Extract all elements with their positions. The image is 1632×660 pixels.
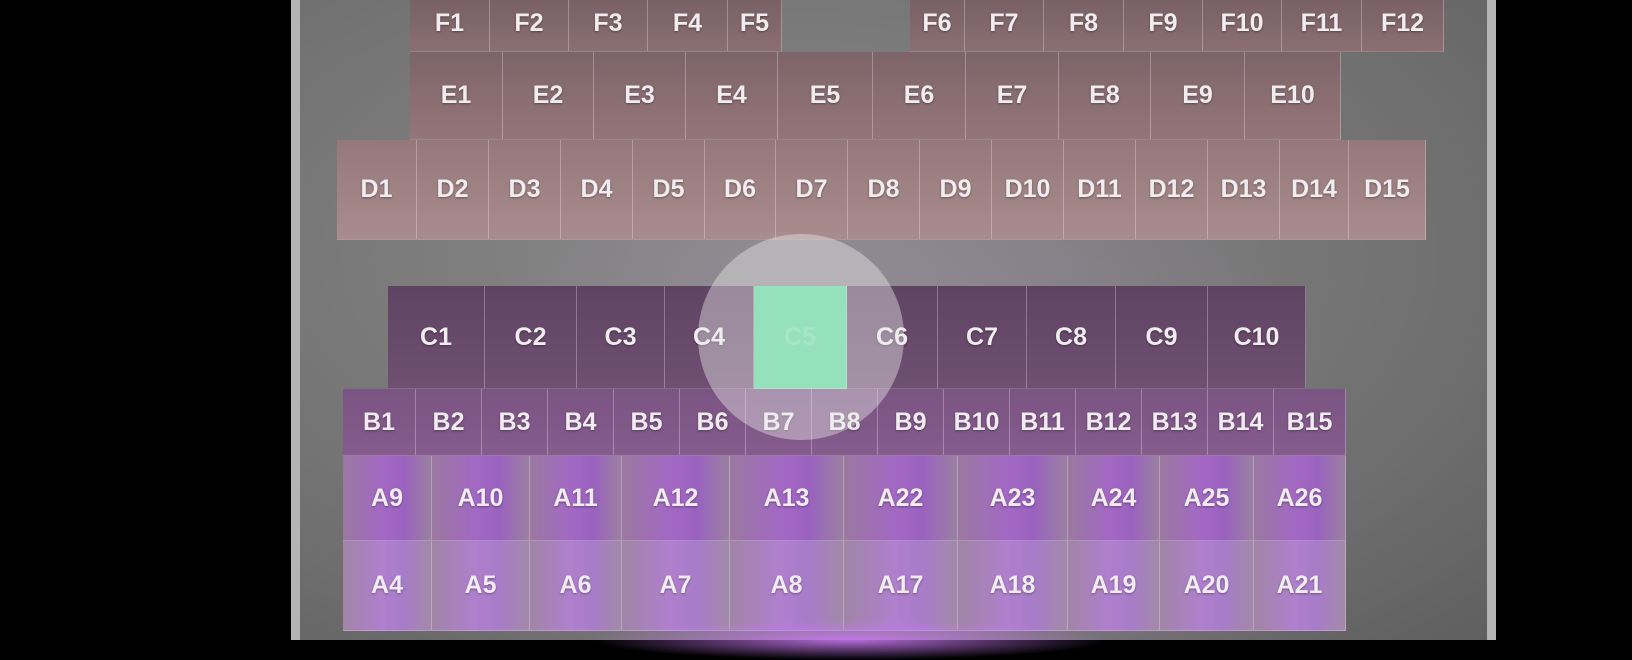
seat-a19[interactable]: A19 [1068,541,1160,631]
seat-e4[interactable]: E4 [686,52,778,140]
seat-c2[interactable]: C2 [485,286,577,389]
seat-a6[interactable]: A6 [530,541,622,631]
seat-d11[interactable]: D11 [1064,140,1136,240]
seat-a24[interactable]: A24 [1068,456,1160,541]
seat-c1[interactable]: C1 [388,286,485,389]
seat-c8[interactable]: C8 [1027,286,1116,389]
seat-a25[interactable]: A25 [1160,456,1254,541]
seat-a21[interactable]: A21 [1254,541,1346,631]
seat-f6[interactable]: F6 [910,0,965,52]
seat-f12[interactable]: F12 [1362,0,1444,52]
seat-f2[interactable]: F2 [490,0,569,52]
seat-d15[interactable]: D15 [1349,140,1426,240]
seat-d7[interactable]: D7 [776,140,848,240]
seat-a17[interactable]: A17 [844,541,958,631]
seat-b15[interactable]: B15 [1274,389,1346,456]
seat-d9[interactable]: D9 [920,140,992,240]
seat-a5[interactable]: A5 [432,541,530,631]
seat-e7[interactable]: E7 [966,52,1059,140]
seat-a7[interactable]: A7 [622,541,730,631]
seat-a11[interactable]: A11 [530,456,622,541]
seat-f7[interactable]: F7 [965,0,1044,52]
seat-b14[interactable]: B14 [1208,389,1274,456]
seat-b10[interactable]: B10 [944,389,1010,456]
seat-b6[interactable]: B6 [680,389,746,456]
seat-a4[interactable]: A4 [343,541,432,631]
seat-a20[interactable]: A20 [1160,541,1254,631]
seat-a12[interactable]: A12 [622,456,730,541]
seat-d14[interactable]: D14 [1280,140,1349,240]
seat-d6[interactable]: D6 [705,140,776,240]
seat-f8[interactable]: F8 [1044,0,1124,52]
seat-d2[interactable]: D2 [417,140,489,240]
seat-c10[interactable]: C10 [1208,286,1306,389]
seat-b11[interactable]: B11 [1010,389,1076,456]
seat-c4[interactable]: C4 [665,286,754,389]
seat-c3[interactable]: C3 [577,286,665,389]
seat-d3[interactable]: D3 [489,140,561,240]
seat-b7[interactable]: B7 [746,389,812,456]
seat-f9[interactable]: F9 [1124,0,1203,52]
seat-b9[interactable]: B9 [878,389,944,456]
seat-c7[interactable]: C7 [938,286,1027,389]
seat-a26[interactable]: A26 [1254,456,1346,541]
seat-a10[interactable]: A10 [432,456,530,541]
seat-f4[interactable]: F4 [648,0,728,52]
seat-f10[interactable]: F10 [1203,0,1282,52]
seat-e6[interactable]: E6 [873,52,966,140]
seat-f3[interactable]: F3 [569,0,648,52]
seat-f11[interactable]: F11 [1282,0,1362,52]
seat-d4[interactable]: D4 [561,140,633,240]
seat-e8[interactable]: E8 [1059,52,1151,140]
seat-d12[interactable]: D12 [1136,140,1208,240]
seat-a18[interactable]: A18 [958,541,1068,631]
seat-d1[interactable]: D1 [337,140,417,240]
seat-e2[interactable]: E2 [503,52,594,140]
seat-b12[interactable]: B12 [1076,389,1142,456]
seat-c6[interactable]: C6 [847,286,938,389]
seat-d13[interactable]: D13 [1208,140,1280,240]
seat-e10[interactable]: E10 [1245,52,1341,140]
seat-e5[interactable]: E5 [778,52,873,140]
seat-a23[interactable]: A23 [958,456,1068,541]
seat-e3[interactable]: E3 [594,52,686,140]
seat-b2[interactable]: B2 [416,389,482,456]
seat-d10[interactable]: D10 [992,140,1064,240]
seat-a8[interactable]: A8 [730,541,844,631]
seat-c5[interactable]: C5 [754,286,847,389]
seat-b5[interactable]: B5 [614,389,680,456]
seat-c9[interactable]: C9 [1116,286,1208,389]
seat-b1[interactable]: B1 [343,389,416,456]
seat-f1[interactable]: F1 [410,0,490,52]
seat-a13[interactable]: A13 [730,456,844,541]
seat-e1[interactable]: E1 [410,52,503,140]
seat-d5[interactable]: D5 [633,140,705,240]
seat-b4[interactable]: B4 [548,389,614,456]
seat-b8[interactable]: B8 [812,389,878,456]
seat-b13[interactable]: B13 [1142,389,1208,456]
seat-e9[interactable]: E9 [1151,52,1245,140]
seat-f5[interactable]: F5 [728,0,782,52]
seat-a22[interactable]: A22 [844,456,958,541]
seat-a9[interactable]: A9 [343,456,432,541]
seat-b3[interactable]: B3 [482,389,548,456]
seat-d8[interactable]: D8 [848,140,920,240]
